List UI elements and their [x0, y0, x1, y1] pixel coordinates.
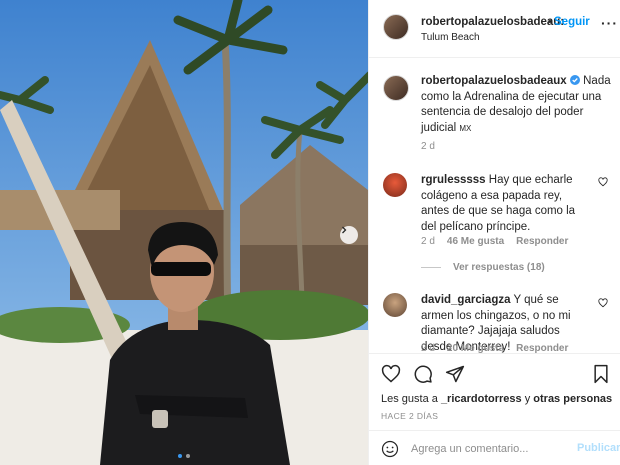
share-icon[interactable]	[445, 364, 465, 384]
liker-username[interactable]: _ricardotorress	[441, 393, 522, 405]
likes-middle: y	[524, 393, 531, 405]
header-username[interactable]: robertopalazuelosbadeau:	[421, 16, 564, 28]
comment-username[interactable]: rgrulesssss	[421, 174, 486, 186]
verified-icon	[569, 75, 580, 85]
publish-button[interactable]: Publicar	[577, 442, 620, 454]
comment-avatar[interactable]	[383, 293, 407, 317]
view-replies-label: Ver respuestas (18)	[453, 262, 545, 273]
comment-meta: 2 d 46 Me gusta Responder	[421, 236, 568, 247]
post-time[interactable]: HACE 2 DÍAS	[381, 411, 438, 421]
caption-flag: MX	[459, 123, 472, 133]
post-header: robertopalazuelosbadeau: • Seguir Tulum …	[369, 0, 620, 58]
comments-list[interactable]: robertopalazuelosbadeaux Nada como la Ad…	[369, 59, 620, 353]
avatar[interactable]	[383, 14, 409, 40]
view-replies-button[interactable]: Ver respuestas (18)	[421, 262, 545, 273]
caption-username[interactable]: robertopalazuelosbadeaux	[421, 75, 567, 87]
likes-summary: Les gusta a _ricardotorress y otras pers…	[381, 393, 612, 405]
comment-input[interactable]	[411, 441, 561, 457]
comment-likes[interactable]: 46 Me gusta	[447, 236, 504, 247]
comment-like-icon[interactable]	[598, 298, 608, 308]
carousel-dot	[186, 454, 190, 458]
comment-icon[interactable]	[413, 364, 433, 384]
comment-time: 2 d	[421, 236, 435, 247]
caption-avatar[interactable]	[383, 75, 409, 101]
caption-meta: 2 d	[421, 141, 435, 152]
heart-icon[interactable]	[381, 364, 401, 384]
comment-text: rgrulesssss Hay que echarle colágeno a e…	[421, 173, 593, 235]
post-sidebar: robertopalazuelosbadeau: • Seguir Tulum …	[368, 0, 620, 465]
comment-time: 2 d	[421, 343, 435, 353]
more-icon[interactable]: ···	[601, 16, 617, 30]
comment-meta: 2 d 20 Me gusta Responder	[421, 343, 568, 353]
comment-avatar[interactable]	[383, 173, 407, 197]
carousel-dot-active	[178, 454, 182, 458]
chevron-right-icon	[342, 226, 347, 234]
comment-like-icon[interactable]	[598, 177, 608, 187]
carousel-next-button[interactable]	[340, 226, 358, 244]
replies-divider	[421, 267, 441, 268]
reply-button[interactable]: Responder	[516, 236, 568, 247]
comment-username[interactable]: david_garciagza	[421, 294, 510, 306]
emoji-icon[interactable]	[381, 440, 399, 458]
add-comment-bar: Publicar	[369, 430, 620, 465]
caption-time: 2 d	[421, 141, 435, 152]
carousel-dots	[0, 454, 368, 458]
likes-prefix: Les gusta a	[381, 393, 438, 405]
comment-likes[interactable]: 20 Me gusta	[447, 343, 504, 353]
caption-text: robertopalazuelosbadeaux Nada como la Ad…	[421, 74, 611, 136]
bookmark-icon[interactable]	[591, 364, 611, 384]
header-location[interactable]: Tulum Beach	[421, 32, 480, 43]
header-separator: •	[548, 16, 552, 28]
reply-button[interactable]: Responder	[516, 343, 568, 353]
post-photo[interactable]	[0, 0, 368, 465]
post-actions: Les gusta a _ricardotorress y otras pers…	[369, 353, 620, 465]
follow-button[interactable]: Seguir	[554, 16, 590, 28]
photo-scene	[0, 0, 368, 465]
likes-others-link[interactable]: otras personas	[533, 393, 612, 405]
